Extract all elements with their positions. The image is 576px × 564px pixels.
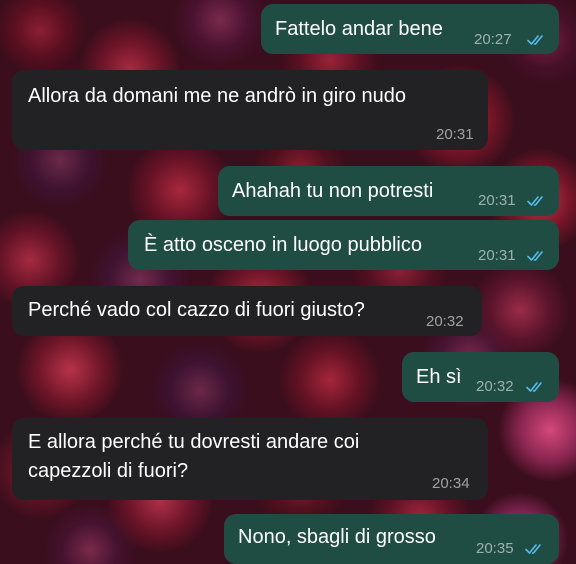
message-bubble-outgoing[interactable]: Nono, sbagli di grosso 20:35 [224, 514, 559, 564]
message-bubble-outgoing[interactable]: Eh sì 20:32 [402, 352, 559, 402]
message-time: 20:27 [474, 31, 512, 48]
message-text-line: capezzoli di fuori? [28, 460, 189, 482]
message-text: Nono, sbagli di grosso [238, 526, 436, 548]
message-bubble-outgoing[interactable]: Fattelo andar bene 20:27 [261, 4, 559, 54]
double-check-icon [527, 196, 543, 206]
message-bubble-incoming[interactable]: E allora perché tu dovresti andare coi c… [12, 418, 488, 500]
message-bubble-outgoing[interactable]: Ahahah tu non potresti 20:31 [218, 166, 559, 216]
double-check-icon [527, 35, 543, 45]
message-time: 20:34 [432, 475, 470, 492]
double-check-icon [527, 251, 543, 261]
message-text: Eh sì [416, 366, 462, 388]
message-bubble-incoming[interactable]: Allora da domani me ne andrò in giro nud… [12, 70, 488, 150]
message-text: È atto osceno in luogo pubblico [144, 234, 422, 256]
message-bubble-outgoing[interactable]: È atto osceno in luogo pubblico 20:31 [128, 220, 559, 270]
message-text: Ahahah tu non potresti [232, 180, 434, 202]
message-time: 20:32 [476, 378, 514, 395]
message-time: 20:31 [478, 192, 516, 209]
message-text: Allora da domani me ne andrò in giro nud… [28, 85, 407, 107]
message-text: Perché vado col cazzo di fuori giusto? [28, 299, 365, 321]
message-bubble-incoming[interactable]: Perché vado col cazzo di fuori giusto? 2… [12, 286, 482, 336]
message-time: 20:31 [478, 247, 516, 264]
message-time: 20:35 [476, 540, 514, 557]
message-time: 20:31 [436, 126, 474, 143]
message-text-line: E allora perché tu dovresti andare coi [28, 431, 360, 453]
message-text: Fattelo andar bene [275, 18, 443, 40]
double-check-icon [525, 544, 541, 554]
double-check-icon [526, 382, 542, 392]
message-time: 20:32 [426, 313, 464, 330]
